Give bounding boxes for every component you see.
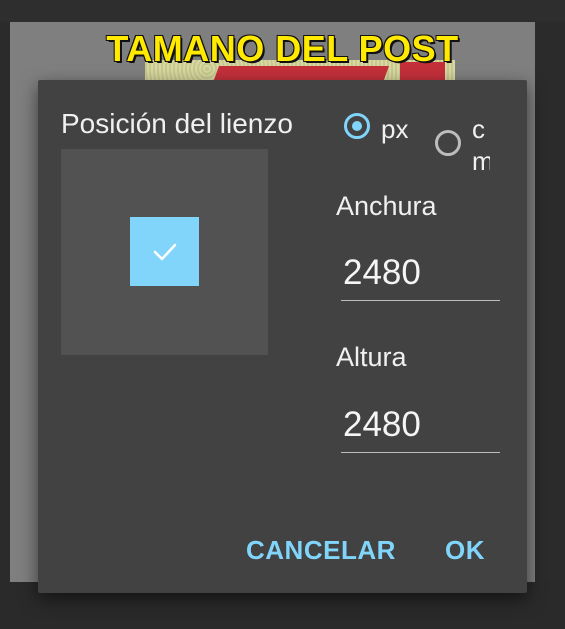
canvas-position-label: Posición del lienzo bbox=[61, 108, 293, 139]
width-label: Anchura bbox=[336, 191, 437, 221]
post-title: TAMANO DEL POST bbox=[106, 28, 459, 69]
canvas-anchor-grid[interactable] bbox=[61, 149, 268, 355]
unit-label-cm[interactable]: cm bbox=[472, 113, 490, 177]
ok-button[interactable]: OK bbox=[445, 535, 485, 566]
status-bar bbox=[0, 0, 565, 22]
height-label: Altura bbox=[336, 342, 407, 372]
cancel-button[interactable]: CANCELAR bbox=[246, 535, 396, 566]
height-field[interactable] bbox=[341, 402, 500, 453]
canvas-size-dialog: Posición del lienzo px cm Anchura Altura… bbox=[38, 80, 527, 593]
anchor-cell-center[interactable] bbox=[130, 217, 199, 286]
check-icon bbox=[153, 243, 176, 260]
width-field[interactable] bbox=[341, 250, 500, 301]
unit-radio-px[interactable] bbox=[344, 113, 370, 139]
unit-radio-cm[interactable] bbox=[435, 130, 461, 156]
unit-label-px[interactable]: px bbox=[381, 114, 408, 145]
